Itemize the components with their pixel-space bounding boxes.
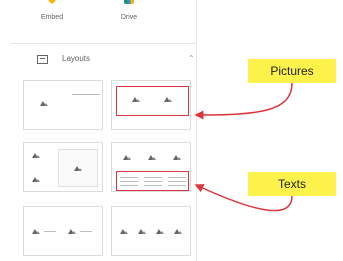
callout-arrows — [194, 82, 293, 212]
texts-arrow — [194, 184, 293, 212]
pictures-arrow — [194, 82, 293, 120]
